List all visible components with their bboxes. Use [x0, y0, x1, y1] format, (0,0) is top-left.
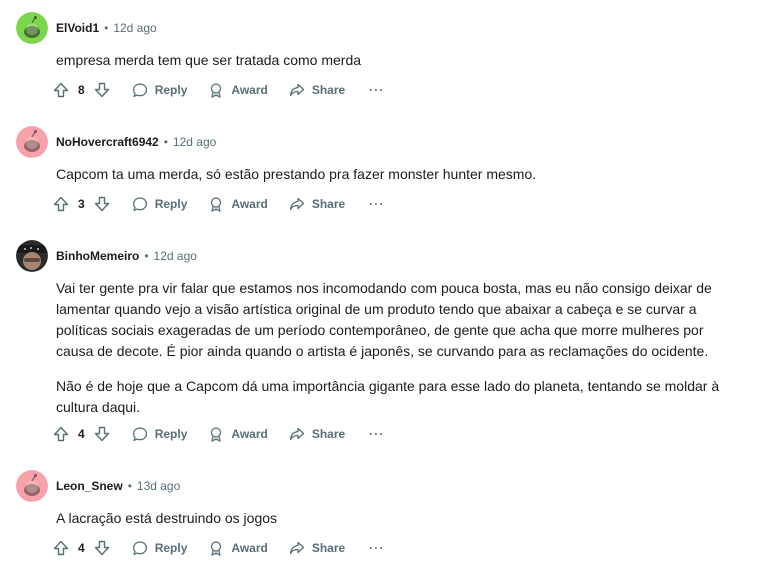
reply-label: Reply: [154, 427, 188, 441]
avatar[interactable]: [16, 12, 48, 44]
comment-text: Vai ter gente pra vir falar que estamos …: [56, 280, 712, 359]
award-label: Award: [231, 541, 268, 555]
reply-button[interactable]: Reply: [131, 425, 188, 443]
vote-group: 8: [52, 81, 111, 99]
share-button[interactable]: Share: [288, 425, 345, 443]
more-options-button[interactable]: ···: [369, 541, 384, 555]
vote-score: 4: [78, 541, 85, 555]
vote-group: 3: [52, 195, 111, 213]
comment-author[interactable]: NoHovercraft6942: [56, 135, 159, 149]
separator-dot: •: [104, 21, 109, 35]
award-label: Award: [231, 83, 268, 97]
separator-dot: •: [163, 135, 168, 149]
upvote-icon[interactable]: [52, 195, 70, 213]
comment-body: Vai ter gente pra vir falar que estamos …: [56, 278, 736, 418]
more-options-button[interactable]: ···: [369, 427, 384, 441]
comment-actions: 4 Reply Award Share ···: [52, 422, 384, 446]
avatar[interactable]: [16, 126, 48, 158]
comment-text: A lacração está destruindo os jogos: [56, 510, 278, 526]
separator-dot: •: [127, 479, 132, 493]
separator-dot: •: [144, 249, 149, 263]
comment-body: A lacração está destruindo os jogos: [56, 508, 736, 529]
comment-header: NoHovercraft6942 • 12d ago: [16, 126, 216, 158]
share-button[interactable]: Share: [288, 195, 345, 213]
reply-label: Reply: [154, 541, 188, 555]
award-button[interactable]: Award: [207, 425, 268, 443]
award-icon: [207, 195, 225, 213]
award-button[interactable]: Award: [207, 81, 268, 99]
share-button[interactable]: Share: [288, 81, 345, 99]
comment-author[interactable]: Leon_Snew: [56, 479, 123, 493]
share-icon: [288, 81, 306, 99]
comment-header: BinhoMemeiro • 12d ago: [16, 240, 197, 272]
vote-group: 4: [52, 539, 111, 557]
reply-button[interactable]: Reply: [131, 195, 188, 213]
award-button[interactable]: Award: [207, 539, 268, 557]
comment-actions: 8 Reply Award Share ···: [52, 78, 384, 102]
reply-icon: [131, 539, 149, 557]
reply-icon: [131, 81, 149, 99]
vote-score: 8: [78, 83, 85, 97]
comment-text: empresa merda tem que ser tratada como m…: [56, 52, 362, 68]
reply-button[interactable]: Reply: [131, 81, 188, 99]
award-icon: [207, 425, 225, 443]
upvote-icon[interactable]: [52, 425, 70, 443]
more-options-button[interactable]: ···: [369, 83, 384, 97]
avatar[interactable]: [16, 240, 48, 272]
share-label: Share: [311, 197, 346, 211]
comment-actions: 3 Reply Award Share ···: [52, 192, 384, 216]
comment-body: Capcom ta uma merda, só estão prestando …: [56, 164, 736, 185]
comment-author[interactable]: ElVoid1: [56, 21, 99, 35]
comment-timestamp[interactable]: 12d ago: [173, 135, 216, 149]
comment-timestamp[interactable]: 12d ago: [154, 249, 197, 263]
upvote-icon[interactable]: [52, 81, 70, 99]
comment-timestamp[interactable]: 12d ago: [113, 21, 156, 35]
share-label: Share: [311, 541, 346, 555]
vote-score: 4: [78, 427, 85, 441]
share-label: Share: [311, 83, 346, 97]
vote-group: 4: [52, 425, 111, 443]
comment-text: Capcom ta uma merda, só estão prestando …: [56, 166, 537, 182]
award-label: Award: [231, 427, 268, 441]
reply-label: Reply: [154, 197, 188, 211]
comment-body: empresa merda tem que ser tratada como m…: [56, 50, 736, 71]
award-button[interactable]: Award: [207, 195, 268, 213]
reply-icon: [131, 195, 149, 213]
downvote-icon[interactable]: [93, 539, 111, 557]
share-icon: [288, 195, 306, 213]
comment-header: Leon_Snew • 13d ago: [16, 470, 180, 502]
more-options-button[interactable]: ···: [369, 197, 384, 211]
share-icon: [288, 539, 306, 557]
comment-text: Não é de hoje que a Capcom dá uma import…: [56, 378, 720, 415]
award-icon: [207, 539, 225, 557]
reply-icon: [131, 425, 149, 443]
award-icon: [207, 81, 225, 99]
downvote-icon[interactable]: [93, 425, 111, 443]
share-icon: [288, 425, 306, 443]
comment-timestamp[interactable]: 13d ago: [137, 479, 180, 493]
downvote-icon[interactable]: [93, 195, 111, 213]
downvote-icon[interactable]: [93, 81, 111, 99]
share-label: Share: [311, 427, 346, 441]
upvote-icon[interactable]: [52, 539, 70, 557]
reply-label: Reply: [154, 83, 188, 97]
comment-author[interactable]: BinhoMemeiro: [56, 249, 139, 263]
comment-actions: 4 Reply Award Share ···: [52, 536, 384, 560]
avatar[interactable]: [16, 470, 48, 502]
vote-score: 3: [78, 197, 85, 211]
award-label: Award: [231, 197, 268, 211]
comment-header: ElVoid1 • 12d ago: [16, 12, 157, 44]
reply-button[interactable]: Reply: [131, 539, 188, 557]
share-button[interactable]: Share: [288, 539, 345, 557]
